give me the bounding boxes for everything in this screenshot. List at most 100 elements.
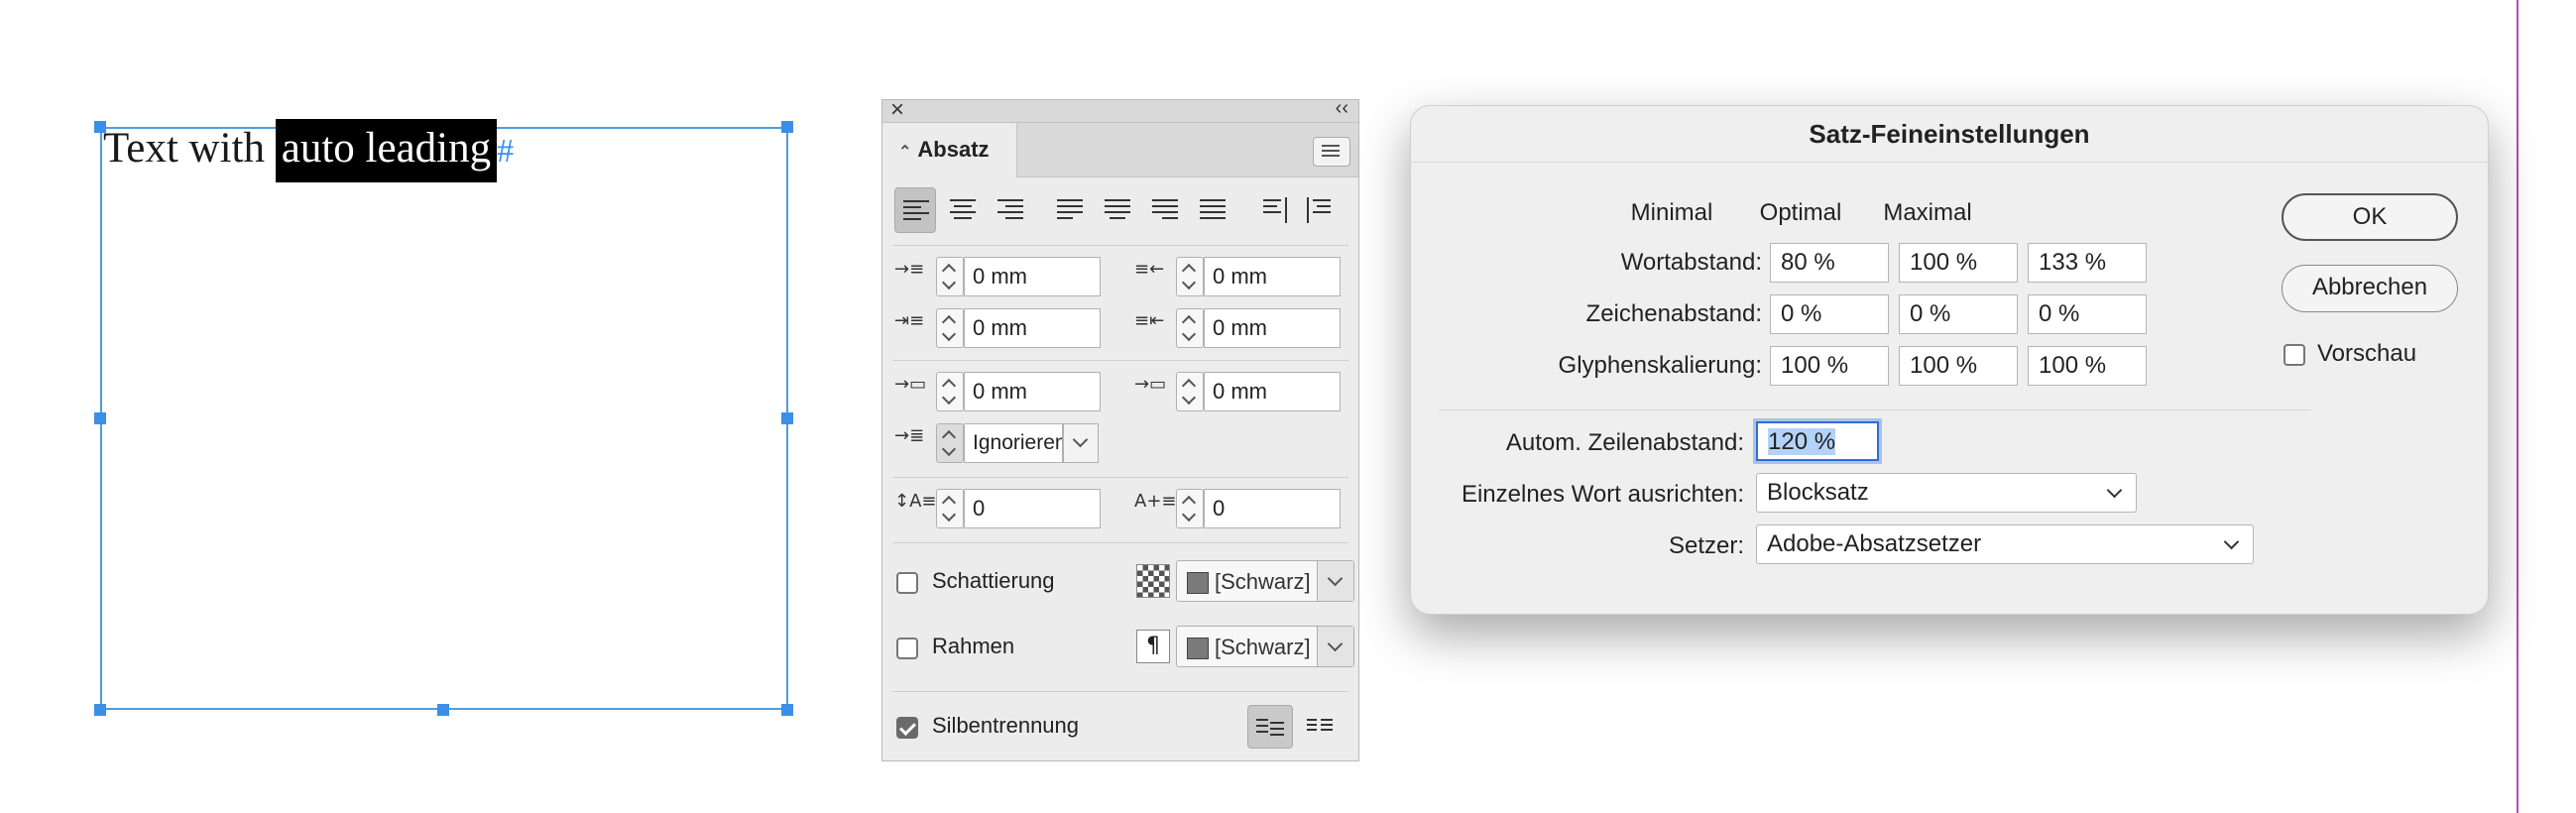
last-line-indent-stepper[interactable]	[1176, 308, 1204, 348]
align-to-grid-select[interactable]: Ignorieren	[964, 423, 1063, 463]
border-color-label: [Schwarz]	[1215, 635, 1311, 659]
chevron-down-icon[interactable]	[1063, 423, 1099, 463]
letter-spacing-maximal-input[interactable]: 0 %	[2028, 294, 2147, 334]
frame-handle-bottom-center[interactable]	[437, 704, 449, 716]
hyphenation-label: Silbentrennung	[932, 713, 1080, 738]
glyph-scaling-minimal-input[interactable]: 100 %	[1770, 346, 1889, 386]
text-frame[interactable]	[100, 127, 788, 710]
panel-divider	[892, 477, 1348, 478]
composer-select[interactable]: Adobe-Absatzsetzer	[1756, 524, 2254, 564]
drop-cap-lines-stepper[interactable]	[936, 489, 964, 528]
letter-spacing-optimal-input[interactable]: 0 %	[1899, 294, 2018, 334]
composer-label: Setzer:	[1668, 532, 1744, 559]
auto-leading-value: 120 %	[1768, 428, 1836, 455]
panel-menu-icon[interactable]	[1313, 137, 1350, 167]
frame-handle-middle-right[interactable]	[781, 412, 793, 424]
justify-last-right-button[interactable]	[1144, 187, 1186, 233]
tab-paragraph[interactable]: ⌃ Absatz	[882, 123, 1017, 177]
shading-color-dropdown[interactable]: [Schwarz]	[1176, 560, 1354, 602]
frame-handle-bottom-left[interactable]	[94, 704, 106, 716]
frame-handle-bottom-right[interactable]	[781, 704, 793, 716]
text-selection[interactable]: auto leading	[275, 119, 498, 182]
space-after-icon: →▭	[1134, 374, 1167, 395]
align-away-from-spine-button[interactable]	[1301, 187, 1343, 233]
chevron-down-icon[interactable]	[1317, 627, 1353, 666]
right-indent-icon: ≡←	[1134, 259, 1165, 280]
frame-handle-middle-left[interactable]	[94, 412, 106, 424]
space-before-input[interactable]: 0 mm	[964, 372, 1101, 411]
hyphenation-checkbox[interactable]	[896, 717, 918, 739]
last-line-indent-input[interactable]: 0 mm	[1204, 308, 1341, 348]
collapse-panel-icon[interactable]: ‹‹	[1336, 97, 1348, 120]
shading-color-swatch	[1187, 572, 1209, 594]
glyph-scaling-optimal-input[interactable]: 100 %	[1899, 346, 2018, 386]
single-line-composer-icon[interactable]	[1247, 705, 1293, 749]
single-word-label: Einzelnes Wort ausrichten:	[1461, 481, 1744, 508]
pilcrow-icon[interactable]: ¶	[1136, 630, 1170, 663]
justify-all-button[interactable]	[1192, 187, 1233, 233]
drop-cap-chars-input[interactable]: 0	[1204, 489, 1341, 528]
align-towards-spine-button[interactable]	[1257, 187, 1299, 233]
dialog-divider	[1439, 409, 2311, 410]
align-left-button[interactable]	[894, 187, 936, 233]
space-before-stepper[interactable]	[936, 372, 964, 411]
justification-dialog: Satz-Feineinstellungen Minimal Optimal M…	[1410, 105, 2489, 615]
align-to-grid-stepper[interactable]	[936, 423, 964, 463]
border-label: Rahmen	[932, 634, 1015, 658]
glyph-scaling-maximal-input[interactable]: 100 %	[2028, 346, 2147, 386]
ok-button[interactable]: OK	[2282, 193, 2458, 241]
drop-cap-chars-control: A+≡ 0	[1134, 487, 1352, 530]
chevron-down-icon[interactable]	[1317, 561, 1353, 601]
align-right-button[interactable]	[990, 187, 1031, 233]
space-after-stepper[interactable]	[1176, 372, 1204, 411]
drop-cap-lines-control: ↕A≡ 0	[894, 487, 1112, 530]
panel-divider	[892, 360, 1348, 361]
first-line-indent-control: ⇥≡ 0 mm	[894, 306, 1112, 350]
word-spacing-minimal-input[interactable]: 80 %	[1770, 243, 1889, 283]
first-line-indent-input[interactable]: 0 mm	[964, 308, 1101, 348]
align-to-grid-control: →≣ Ignorieren	[894, 421, 1112, 465]
left-indent-stepper[interactable]	[936, 257, 964, 296]
panel-titlebar: × ‹‹	[882, 96, 1358, 123]
column-header-minimal: Minimal	[1630, 199, 1713, 226]
justify-last-center-button[interactable]	[1097, 187, 1138, 233]
border-color-dropdown[interactable]: [Schwarz]	[1176, 626, 1354, 667]
paragraph-panel: × ‹‹ ⌃ Absatz →≡ 0 mm ≡← 0 mm ⇥≡ 0 mm ≡⇤…	[881, 96, 1359, 761]
drop-cap-lines-icon: ↕A≡	[894, 491, 937, 512]
first-line-indent-stepper[interactable]	[936, 308, 964, 348]
frame-text[interactable]: Text with auto leading #	[103, 119, 514, 182]
border-checkbox[interactable]	[896, 638, 918, 659]
word-spacing-optimal-input[interactable]: 100 %	[1899, 243, 2018, 283]
right-indent-stepper[interactable]	[1176, 257, 1204, 296]
auto-leading-input[interactable]: 120 %	[1756, 421, 1879, 461]
justify-last-left-button[interactable]	[1049, 187, 1091, 233]
right-indent-input[interactable]: 0 mm	[1204, 257, 1341, 296]
dialog-title: Satz-Feineinstellungen	[1411, 106, 2488, 163]
close-icon[interactable]: ×	[890, 96, 904, 124]
left-indent-control: →≡ 0 mm	[894, 255, 1112, 298]
panel-divider	[892, 245, 1348, 246]
chevron-updown-icon: ⌃	[898, 144, 912, 161]
drop-cap-chars-stepper[interactable]	[1176, 489, 1204, 528]
first-line-indent-icon: ⇥≡	[894, 310, 925, 331]
single-word-select[interactable]: Blocksatz	[1756, 473, 2137, 513]
paragraph-composer-icon[interactable]	[1301, 705, 1341, 749]
shading-grid-icon[interactable]	[1136, 564, 1170, 598]
preview-checkbox[interactable]	[2283, 344, 2305, 366]
shading-checkbox[interactable]	[896, 572, 918, 594]
drop-cap-lines-input[interactable]: 0	[964, 489, 1101, 528]
last-line-indent-control: ≡⇤ 0 mm	[1134, 306, 1352, 350]
space-before-icon: →▭	[894, 374, 927, 395]
cancel-button[interactable]: Abbrechen	[2282, 265, 2458, 312]
space-after-control: →▭ 0 mm	[1134, 370, 1352, 413]
frame-handle-top-right[interactable]	[781, 121, 793, 133]
left-indent-input[interactable]: 0 mm	[964, 257, 1101, 296]
word-spacing-maximal-input[interactable]: 133 %	[2028, 243, 2147, 283]
space-before-control: →▭ 0 mm	[894, 370, 1112, 413]
align-center-button[interactable]	[942, 187, 984, 233]
drop-cap-chars-icon: A+≡	[1134, 491, 1177, 512]
space-after-input[interactable]: 0 mm	[1204, 372, 1341, 411]
text-unselected[interactable]: Text with	[103, 125, 265, 172]
letter-spacing-minimal-input[interactable]: 0 %	[1770, 294, 1889, 334]
column-header-optimal: Optimal	[1759, 199, 1842, 226]
